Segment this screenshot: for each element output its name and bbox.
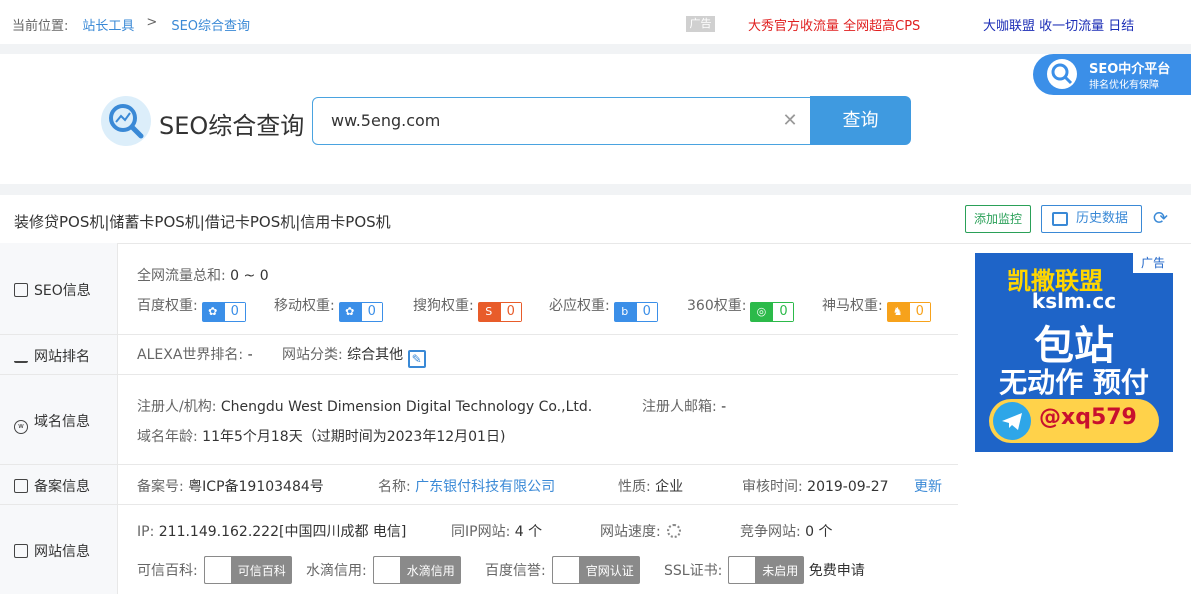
shuidi-row: 水滴信用: 水滴信用 [306, 556, 461, 584]
history-data-button[interactable]: 历史数据 [1041, 205, 1142, 233]
bing-icon: b [613, 302, 636, 322]
side-ad-banner[interactable]: 广告 凯撒联盟 kslm.cc 包站 无动作 预付 @xq579 [975, 253, 1173, 452]
weight-sogou[interactable]: 搜狗权重: S 0 [413, 295, 522, 322]
email-row: 注册人邮箱: - [642, 399, 727, 415]
kexin-row: 可信百科: 可信百科 [137, 556, 292, 584]
breadcrumb-separator: > [146, 15, 158, 30]
speed-row: 网站速度: [600, 521, 681, 541]
company-link[interactable]: 广东银付科技有限公司 [415, 479, 555, 495]
bar-chart-icon [14, 349, 28, 363]
shenma-icon: ♞ [886, 302, 909, 322]
ad-tag: 广告 [1133, 253, 1173, 273]
badge-title: SEO中介平台 [1089, 62, 1171, 77]
traffic-row: 全网流量总和: 0 ~ 0 [137, 268, 269, 284]
add-monitor-button[interactable]: 添加监控 [965, 205, 1031, 233]
list-icon [14, 544, 28, 558]
weight-mobile[interactable]: 移动权重: ✿ 0 [274, 295, 383, 322]
top-ad-link-2[interactable]: 大咖联盟 收一切流量 日结 [983, 15, 1134, 34]
ip-row: IP: 211.149.162.222[中国四川成都 电信] [137, 524, 407, 540]
result-panel: 装修贷POS机|储蓄卡POS机|借记卡POS机|信用卡POS机 添加监控 历史数… [0, 195, 1191, 594]
breadcrumb: 当前位置: 站长工具 > SEO综合查询 [12, 15, 250, 34]
breadcrumb-label: 当前位置: [12, 19, 69, 34]
ad-line-4: 无动作 预付 [999, 366, 1149, 399]
ssl-icon [728, 556, 757, 584]
same-ip-row[interactable]: 同IP网站: 4 个 [451, 521, 542, 541]
history-label: 历史数据 [1076, 211, 1129, 226]
divider [0, 334, 958, 335]
divider [0, 243, 1191, 244]
section-icp: 备案信息 [14, 476, 90, 496]
baidu-paw-icon: ✿ [201, 302, 224, 322]
mobile-paw-icon: ✿ [338, 302, 361, 322]
shuidi-badge[interactable]: 水滴信用 [372, 556, 461, 584]
baidu-credit-row: 百度信誉: 官网认证 [485, 556, 640, 584]
loading-icon [666, 524, 681, 538]
alexa-row: ALEXA世界排名: - [137, 347, 253, 363]
ad-contact-pill: @xq579 [989, 399, 1159, 443]
www-icon: w [14, 420, 28, 434]
icp-no-row: 备案号: 粤ICP备19103484号 [137, 479, 324, 495]
search-button[interactable]: 查询 [810, 96, 911, 145]
weight-shenma[interactable]: 神马权重: ♞ 0 [822, 295, 931, 322]
divider [0, 464, 958, 465]
ad-line-2: kslm.cc [1031, 289, 1117, 313]
360-icon: ◎ [750, 302, 773, 322]
ad-contact: @xq579 [1039, 405, 1137, 430]
divider [0, 504, 958, 505]
search-input[interactable]: ww.5eng.com [312, 97, 812, 145]
search-icon [1047, 59, 1077, 89]
section-seo: SEO信息 [14, 280, 91, 300]
site-title: 装修贷POS机|储蓄卡POS机|借记卡POS机|信用卡POS机 [14, 213, 391, 231]
sogou-icon: S [477, 302, 500, 322]
section-site-info: 网站信息 [14, 541, 90, 561]
ssl-badge[interactable]: 未启用 [728, 556, 805, 584]
seo-logo-icon [101, 96, 151, 146]
seo-agency-badge[interactable]: SEO中介平台 排名优化有保障 [1033, 54, 1191, 95]
search-area: SEO综合查询 ww.5eng.com ✕ 查询 SEO中介平台 排名优化有保障 [0, 54, 1191, 184]
document-icon [14, 283, 28, 297]
section-rank: 网站排名 [14, 346, 90, 366]
ad-tag: 广告 [686, 16, 715, 32]
category-row: 网站分类: 综合其他 ✎ [282, 344, 426, 368]
compete-row: 竞争网站: 0 个 [740, 524, 833, 540]
calendar-icon [1052, 212, 1068, 226]
paw-icon [551, 556, 580, 584]
icp-name-row: 名称: 广东银付科技有限公司 [378, 479, 556, 495]
edit-icon[interactable]: ✎ [407, 350, 426, 368]
record-icon [14, 479, 28, 493]
droplet-icon [372, 556, 401, 584]
update-link[interactable]: 更新 [914, 476, 942, 496]
age-row: 域名年龄: 11年5个月18天（过期时间为2023年12月01日) [137, 429, 506, 445]
refresh-icon[interactable]: ⟳ [1153, 209, 1173, 229]
icp-date-row: 审核时间: 2019-09-27 [742, 479, 889, 495]
weight-360[interactable]: 360权重: ◎ 0 [687, 295, 795, 322]
badge-subtitle: 排名优化有保障 [1089, 80, 1159, 91]
ssl-apply-link[interactable]: 免费申请 [809, 563, 865, 579]
section-domain: w 域名信息 [14, 411, 90, 434]
icp-type-row: 性质: 企业 [618, 479, 684, 495]
ssl-row: SSL证书: 未启用 免费申请 [664, 556, 865, 584]
kexin-badge[interactable]: 可信百科 [203, 556, 292, 584]
kexin-icon [203, 556, 232, 584]
weight-bing[interactable]: 必应权重: b 0 [549, 295, 658, 322]
telegram-icon [993, 402, 1031, 440]
top-bar: 当前位置: 站长工具 > SEO综合查询 广告 大秀官方收流量 全网超高CPS … [0, 0, 1191, 44]
breadcrumb-item-seo[interactable]: SEO综合查询 [171, 15, 250, 34]
divider [0, 374, 958, 375]
official-badge[interactable]: 官网认证 [551, 556, 640, 584]
search-title: SEO综合查询 [159, 112, 305, 140]
registrant-row: 注册人/机构: Chengdu West Dimension Digital T… [137, 399, 593, 415]
weight-baidu[interactable]: 百度权重: ✿ 0 [137, 295, 246, 322]
close-icon[interactable]: ✕ [780, 111, 800, 131]
top-ad-link-1[interactable]: 大秀官方收流量 全网超高CPS [748, 15, 920, 34]
breadcrumb-item-tools[interactable]: 站长工具 [82, 15, 134, 34]
